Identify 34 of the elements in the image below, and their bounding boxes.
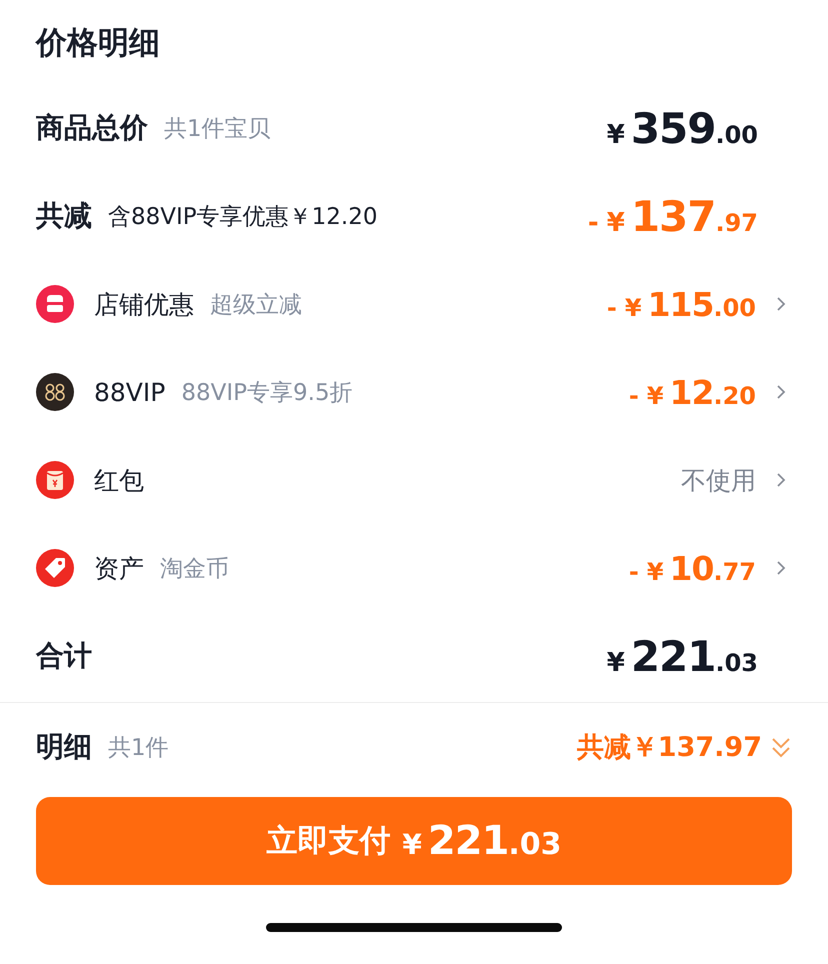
discount-amount: - ¥ 115.00 [606, 284, 756, 324]
discount-amount: - ¥ 10.77 [628, 548, 756, 588]
price-amount: ¥359.00 [606, 104, 758, 152]
price-tag-icon [36, 549, 74, 587]
details-label: 明细 [36, 729, 92, 765]
discount-label: 共减 [36, 198, 92, 234]
discount-row[interactable]: 红包 不使用 [0, 436, 828, 524]
chevron-right-icon [776, 560, 786, 576]
item-label: 红包 [94, 464, 144, 496]
item-label: 资产 [94, 552, 144, 584]
discount-row[interactable]: 资产 淘金币 - ¥ 10.77 [0, 524, 828, 612]
note-text: 含88VIP专享优惠￥12.20 [108, 202, 378, 232]
chevron-right-icon [776, 472, 786, 488]
note-text: 88VIP专享9.5折 [181, 378, 353, 408]
page-title: 价格明细 [34, 24, 161, 63]
price-amount: ¥221.03 [606, 632, 758, 680]
value-text: 不使用 [681, 464, 756, 496]
total-label: 合计 [36, 638, 92, 674]
discount-amount: - ¥ 12.20 [628, 372, 756, 412]
item-label: 店铺优惠 [94, 288, 194, 320]
chevron-right-icon [776, 384, 786, 400]
store-icon [36, 285, 74, 323]
note-text: 超级立减 [210, 290, 302, 320]
note-text: 淘金币 [160, 554, 229, 584]
chevron-right-icon [776, 296, 786, 312]
vip-badge-icon [36, 373, 74, 411]
discount-row[interactable]: 店铺优惠 超级立减 - ¥ 115.00 [0, 260, 828, 348]
note-text: 共1件 [108, 734, 169, 762]
subtotal-label: 商品总价 [36, 110, 148, 146]
envelope-icon [36, 461, 74, 499]
item-label: 88VIP [94, 378, 166, 406]
note-text: 共1件宝贝 [164, 114, 271, 144]
price-amount: - ¥137.97 [588, 192, 758, 240]
discount-row[interactable]: 88VIP 88VIP专享9.5折 - ¥ 12.20 [0, 348, 828, 436]
